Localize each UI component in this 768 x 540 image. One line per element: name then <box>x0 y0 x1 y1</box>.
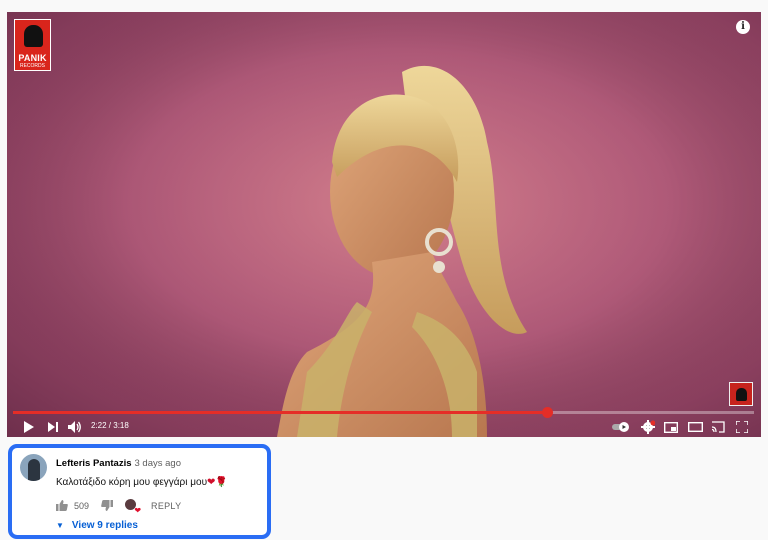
play-icon[interactable] <box>20 417 36 437</box>
autoplay-toggle-icon[interactable] <box>612 417 630 437</box>
video-frame <box>7 12 761 437</box>
miniplayer-icon[interactable] <box>663 417 679 437</box>
fullscreen-icon[interactable] <box>734 417 750 437</box>
thumbs-down-icon[interactable] <box>101 499 114 513</box>
channel-logo[interactable]: PANIK RECORDS <box>14 19 51 71</box>
avatar[interactable] <box>20 454 47 481</box>
thumbs-up-icon[interactable] <box>56 499 68 513</box>
watermark-figure-icon <box>736 388 747 401</box>
progress-bar[interactable] <box>13 407 754 418</box>
cast-icon[interactable] <box>710 417 726 437</box>
comment-author[interactable]: Lefteris Pantazis 3 days ago <box>56 458 181 469</box>
time-display: 2:22 / 3:18 <box>91 421 129 430</box>
view-replies-label: View 9 replies <box>71 520 138 531</box>
channel-watermark[interactable] <box>729 382 753 406</box>
progress-played <box>13 411 547 414</box>
comment-body: Καλοτάξιδο κόρη μου φεγγάρι μου <box>56 477 208 488</box>
comment-emoji: ❤🌹 <box>207 477 228 488</box>
video-player[interactable]: PANIK RECORDS i 2:22 / 3:18 <box>7 12 761 437</box>
view-replies-button[interactable]: ▼ View 9 replies <box>56 520 138 531</box>
avatar-person-icon <box>28 459 40 481</box>
comment-text: Καλοτάξιδο κόρη μου φεγγάρι μου❤🌹 <box>56 477 228 488</box>
next-icon[interactable] <box>45 417 61 437</box>
highlighted-comment: Lefteris Pantazis 3 days ago Καλοτάξιδο κ… <box>8 444 271 539</box>
like-count: 509 <box>74 501 90 511</box>
channel-logo-name: PANIK <box>18 53 47 63</box>
author-name[interactable]: Lefteris Pantazis <box>56 458 132 469</box>
heart-icon: ❤ <box>134 506 142 515</box>
settings-gear-icon[interactable] <box>640 417 656 437</box>
creator-heart-icon: ❤ <box>125 499 142 515</box>
volume-icon[interactable] <box>67 417 83 437</box>
reply-button[interactable]: REPLY <box>151 501 181 511</box>
comment-date[interactable]: 3 days ago <box>135 458 181 469</box>
logo-figure-icon <box>24 25 43 47</box>
channel-logo-subtitle: RECORDS <box>19 63 45 69</box>
page: PANIK RECORDS i 2:22 / 3:18 Lefteris Pan… <box>0 0 768 540</box>
comment-actions: 509 ❤ REPLY <box>56 499 181 515</box>
caret-down-icon: ▼ <box>56 521 64 530</box>
player-controls: 2:22 / 3:18 <box>7 417 761 437</box>
info-icon[interactable]: i <box>736 20 750 34</box>
theater-mode-icon[interactable] <box>687 417 703 437</box>
